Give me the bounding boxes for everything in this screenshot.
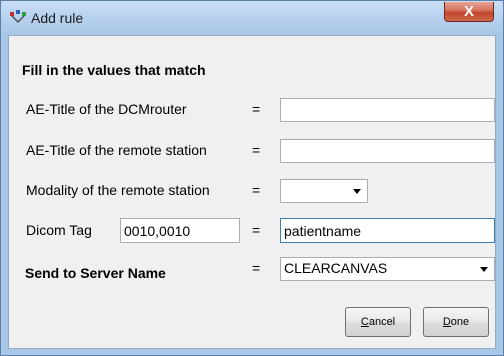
server-name-selected-value: CLEARCANVAS bbox=[284, 260, 388, 276]
equals-sign: = bbox=[252, 260, 261, 276]
form-heading: Fill in the values that match bbox=[22, 62, 206, 78]
dialog-body: Fill in the values that match AE-Title o… bbox=[8, 35, 496, 349]
server-name-dropdown[interactable]: CLEARCANVAS bbox=[280, 257, 495, 281]
chevron-down-icon bbox=[480, 267, 488, 272]
send-to-server-label: Send to Server Name bbox=[25, 265, 166, 281]
done-label: one bbox=[450, 316, 470, 328]
equals-sign: = bbox=[252, 222, 261, 238]
cancel-button[interactable]: Cancel bbox=[345, 307, 411, 337]
done-button[interactable]: Done bbox=[423, 307, 489, 337]
rule-app-icon bbox=[10, 10, 26, 24]
window-title: Add rule bbox=[31, 10, 84, 26]
dicom-tag-value-input[interactable] bbox=[280, 218, 495, 243]
equals-sign: = bbox=[252, 101, 261, 117]
title-bar[interactable]: Add rule X bbox=[1, 1, 503, 35]
dicom-tag-label: Dicom Tag bbox=[26, 222, 92, 238]
close-icon: X bbox=[463, 3, 474, 20]
chevron-down-icon bbox=[353, 189, 361, 194]
dcmrouter-ae-title-label: AE-Title of the DCMrouter bbox=[26, 101, 187, 117]
remote-modality-label: Modality of the remote station bbox=[26, 182, 210, 198]
dicom-tag-input[interactable] bbox=[120, 218, 240, 243]
add-rule-dialog: Add rule X Fill in the values that match… bbox=[0, 0, 504, 356]
equals-sign: = bbox=[252, 182, 261, 198]
done-accelerator: D bbox=[442, 316, 451, 328]
cancel-accelerator: C bbox=[360, 316, 369, 328]
close-button[interactable]: X bbox=[444, 2, 494, 22]
cancel-label: ancel bbox=[368, 316, 396, 328]
remote-ae-title-label: AE-Title of the remote station bbox=[26, 142, 207, 158]
equals-sign: = bbox=[252, 142, 261, 158]
modality-dropdown[interactable] bbox=[280, 179, 368, 203]
remote-ae-title-input[interactable] bbox=[280, 139, 495, 163]
dcmrouter-ae-title-input[interactable] bbox=[280, 98, 495, 122]
